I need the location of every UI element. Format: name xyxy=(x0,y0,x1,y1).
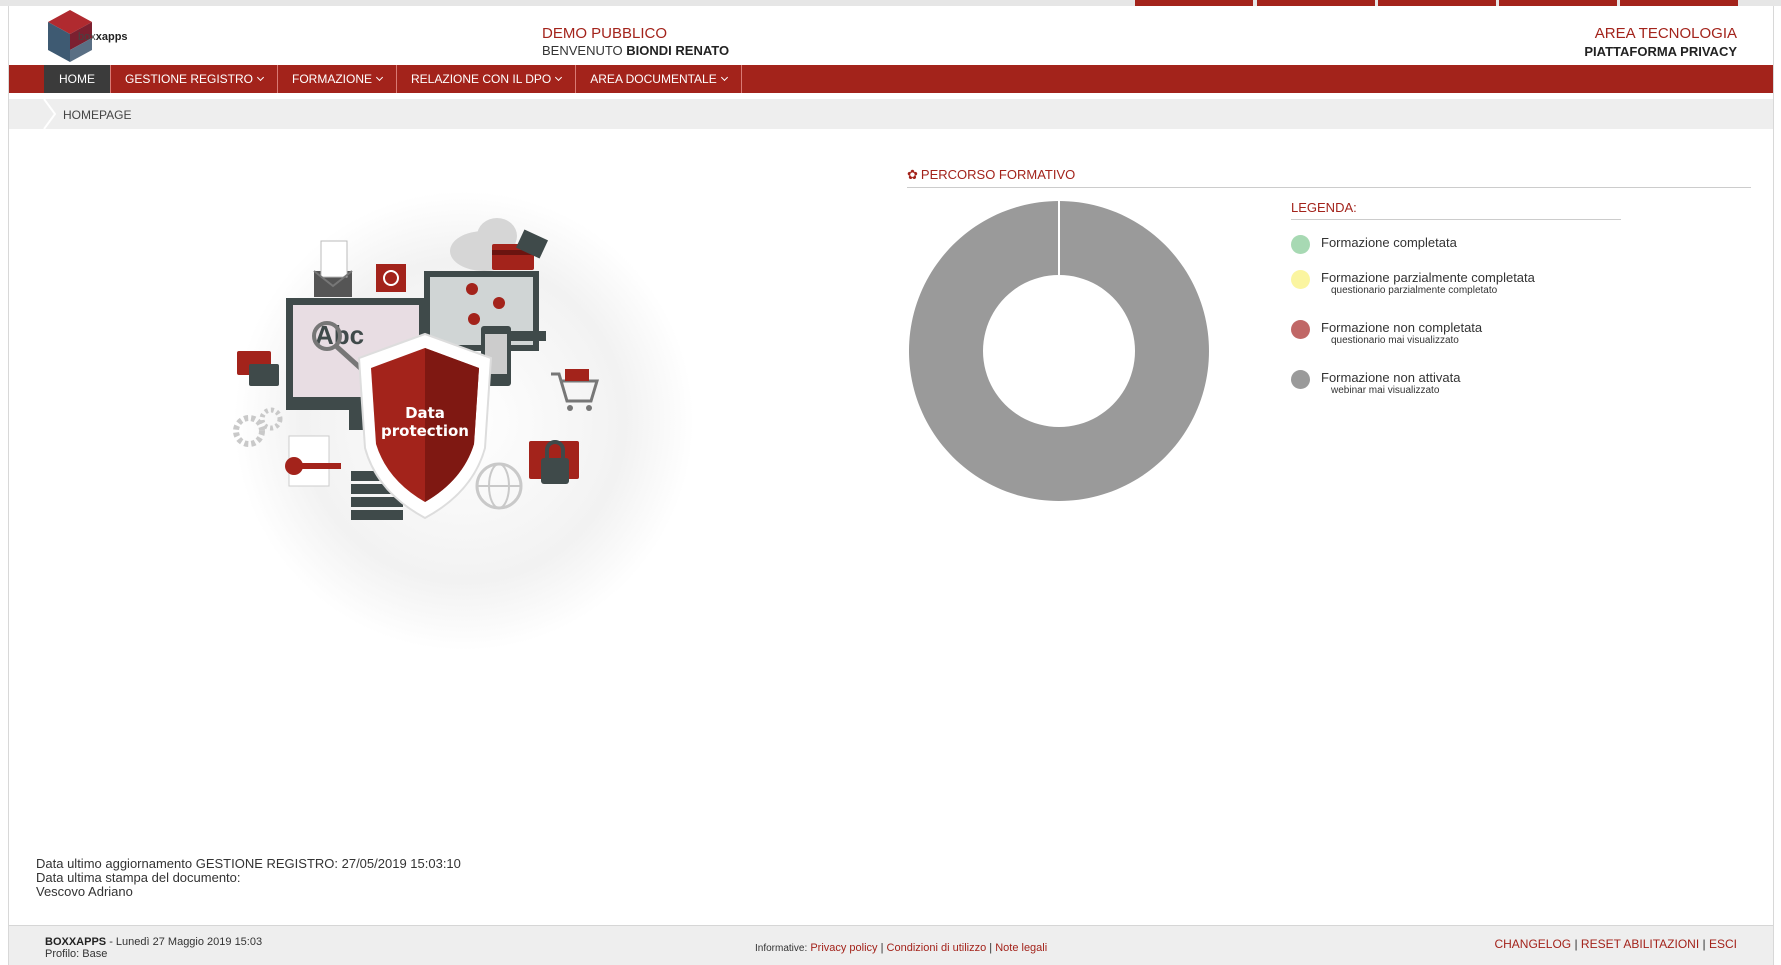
separator: | xyxy=(1571,937,1581,951)
footer: BOXXAPPS - Lunedì 27 Maggio 2019 15:03 P… xyxy=(9,925,1773,965)
legend-title: LEGENDA: xyxy=(1291,200,1357,215)
breadcrumb-arrow-icon xyxy=(43,99,57,129)
folder-lock-icon xyxy=(529,440,579,484)
footer-brand: BOXXAPPS xyxy=(45,936,107,948)
informative-label: Informative: xyxy=(755,943,808,954)
nav-area-documentale[interactable]: AREA DOCUMENTALE xyxy=(576,65,742,93)
gear-icon: ✿ xyxy=(907,167,918,182)
nav-relazione-dpo[interactable]: RELAZIONE CON IL DPO xyxy=(397,65,577,93)
legend-sublabel: questionario parzialmente completato xyxy=(1331,285,1498,296)
section-divider xyxy=(907,187,1751,188)
logo-brand: boxxapps xyxy=(78,31,128,43)
legend-label: Formazione parzialmente completata xyxy=(1321,270,1535,285)
footer-informative: Informative: Privacy policy | Condizioni… xyxy=(755,942,1047,954)
print-author-text: Vescovo Adriano xyxy=(36,884,133,899)
update-info: Data ultimo aggiornamento GESTIONE REGIS… xyxy=(36,857,461,899)
nav-home[interactable]: HOME xyxy=(44,65,111,93)
page-frame: boxxapps DEMO PUBBLICO BENVENUTO BIONDI … xyxy=(8,6,1774,965)
legend-dot-completata xyxy=(1291,235,1310,254)
percorso-donut-chart xyxy=(909,201,1209,501)
chevron-down-icon xyxy=(555,73,563,82)
data-protection-illustration: Abc Data protection xyxy=(233,191,694,651)
breadcrumb-homepage[interactable]: HOMEPAGE xyxy=(63,108,131,122)
chevron-down-icon xyxy=(256,73,265,82)
separator: | xyxy=(877,942,887,954)
legend-dot-parziale xyxy=(1291,270,1310,289)
main-navbar: HOME GESTIONE REGISTRO FORMAZIONE RELAZI… xyxy=(9,65,1773,93)
user-name: BIONDI RENATO xyxy=(626,43,730,58)
legend-sublabel: webinar mai visualizzato xyxy=(1331,385,1440,396)
nav-gestione-registro[interactable]: GESTIONE REGISTRO xyxy=(111,65,279,93)
chevron-down-icon xyxy=(375,73,384,82)
platform-label: PIATTAFORMA PRIVACY xyxy=(1584,44,1737,59)
separator: | xyxy=(1699,937,1709,951)
legal-notes-link[interactable]: Note legali xyxy=(995,942,1047,954)
footer-left: BOXXAPPS - Lunedì 27 Maggio 2019 15:03 P… xyxy=(45,936,262,960)
legend-divider xyxy=(1291,219,1621,220)
conditions-link[interactable]: Condizioni di utilizzo xyxy=(887,942,987,954)
separator: | xyxy=(986,942,996,954)
legend-dot-non-attivata xyxy=(1291,370,1310,389)
svg-text:protection: protection xyxy=(381,422,469,440)
last-print-text: Data ultima stampa del documento: xyxy=(36,870,241,885)
legend-dot-non-completata xyxy=(1291,320,1310,339)
privacy-policy-link[interactable]: Privacy policy xyxy=(810,942,877,954)
logo[interactable]: boxxapps xyxy=(45,8,135,64)
exit-link[interactable]: ESCI xyxy=(1709,937,1737,951)
reset-abilitazioni-link[interactable]: RESET ABILITAZIONI xyxy=(1581,937,1699,951)
footer-datetime: - Lunedì 27 Maggio 2019 15:03 xyxy=(106,936,263,948)
legend-label: Formazione non completata xyxy=(1321,320,1483,335)
legend-label: Formazione completata xyxy=(1321,235,1457,250)
header: boxxapps DEMO PUBBLICO BENVENUTO BIONDI … xyxy=(9,6,1773,64)
nav-formazione[interactable]: FORMAZIONE xyxy=(278,65,398,93)
area-label: AREA TECNOLOGIA xyxy=(1594,25,1737,42)
footer-right: CHANGELOG | RESET ABILITAZIONI | ESCI xyxy=(1494,937,1737,951)
percorso-formativo-title: ✿ PERCORSO FORMATIVO xyxy=(907,167,1076,182)
last-update-text: Data ultimo aggiornamento GESTIONE REGIS… xyxy=(36,856,461,871)
legend-label: Formazione non attivata xyxy=(1321,370,1461,385)
footer-profile: Profilo: Base xyxy=(45,948,108,960)
welcome-text: BENVENUTO BIONDI RENATO xyxy=(542,43,730,58)
breadcrumb: HOMEPAGE xyxy=(9,99,1773,129)
safe-icon xyxy=(376,264,406,292)
legend-sublabel: questionario mai visualizzato xyxy=(1331,335,1459,346)
svg-text:Data: Data xyxy=(405,404,445,422)
chevron-down-icon xyxy=(720,73,728,82)
demo-label: DEMO PUBBLICO xyxy=(542,25,668,42)
changelog-link[interactable]: CHANGELOG xyxy=(1494,937,1571,951)
